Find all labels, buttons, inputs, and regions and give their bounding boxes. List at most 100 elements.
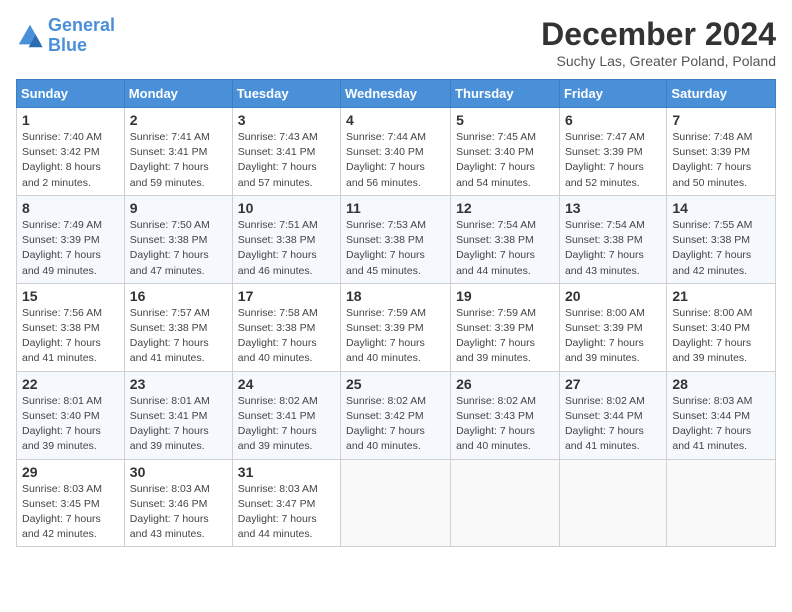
sunrise-text: Sunrise: 8:03 AM [22, 483, 102, 495]
calendar-cell: 12 Sunrise: 7:54 AM Sunset: 3:38 PM Dayl… [451, 195, 560, 283]
sunset-text: Sunset: 3:45 PM [22, 498, 100, 510]
calendar-cell [559, 459, 666, 547]
daylight-text: Daylight: 7 hours and 56 minutes. [346, 161, 425, 188]
day-number: 1 [22, 112, 119, 128]
sunset-text: Sunset: 3:40 PM [22, 410, 100, 422]
sunset-text: Sunset: 3:38 PM [130, 234, 208, 246]
day-number: 5 [456, 112, 554, 128]
sunrise-text: Sunrise: 7:59 AM [456, 307, 536, 319]
calendar-cell: 9 Sunrise: 7:50 AM Sunset: 3:38 PM Dayli… [124, 195, 232, 283]
day-info: Sunrise: 8:02 AM Sunset: 3:41 PM Dayligh… [238, 394, 335, 455]
title-section: December 2024 Suchy Las, Greater Poland,… [541, 16, 776, 69]
calendar-cell: 15 Sunrise: 7:56 AM Sunset: 3:38 PM Dayl… [17, 283, 125, 371]
daylight-text: Daylight: 7 hours and 43 minutes. [130, 513, 209, 540]
day-info: Sunrise: 8:02 AM Sunset: 3:43 PM Dayligh… [456, 394, 554, 455]
calendar-cell: 29 Sunrise: 8:03 AM Sunset: 3:45 PM Dayl… [17, 459, 125, 547]
sunrise-text: Sunrise: 7:50 AM [130, 219, 210, 231]
day-number: 23 [130, 376, 227, 392]
calendar-cell: 22 Sunrise: 8:01 AM Sunset: 3:40 PM Dayl… [17, 371, 125, 459]
sunrise-text: Sunrise: 7:49 AM [22, 219, 102, 231]
daylight-text: Daylight: 7 hours and 40 minutes. [346, 425, 425, 452]
daylight-text: Daylight: 7 hours and 50 minutes. [672, 161, 751, 188]
calendar-table: Sunday Monday Tuesday Wednesday Thursday… [16, 79, 776, 547]
sunset-text: Sunset: 3:39 PM [565, 146, 643, 158]
calendar-cell: 1 Sunrise: 7:40 AM Sunset: 3:42 PM Dayli… [17, 108, 125, 196]
sunset-text: Sunset: 3:41 PM [238, 146, 316, 158]
daylight-text: Daylight: 7 hours and 41 minutes. [672, 425, 751, 452]
sunset-text: Sunset: 3:47 PM [238, 498, 316, 510]
sunrise-text: Sunrise: 8:01 AM [22, 395, 102, 407]
sunrise-text: Sunrise: 8:03 AM [238, 483, 318, 495]
calendar-cell [341, 459, 451, 547]
daylight-text: Daylight: 7 hours and 39 minutes. [456, 337, 535, 364]
sunrise-text: Sunrise: 8:00 AM [672, 307, 752, 319]
sunset-text: Sunset: 3:41 PM [130, 146, 208, 158]
sunset-text: Sunset: 3:46 PM [130, 498, 208, 510]
sunrise-text: Sunrise: 8:02 AM [565, 395, 645, 407]
daylight-text: Daylight: 7 hours and 43 minutes. [565, 249, 644, 276]
sunrise-text: Sunrise: 7:48 AM [672, 131, 752, 143]
logo-line1: General [48, 15, 115, 35]
calendar-cell: 2 Sunrise: 7:41 AM Sunset: 3:41 PM Dayli… [124, 108, 232, 196]
day-info: Sunrise: 7:57 AM Sunset: 3:38 PM Dayligh… [130, 306, 227, 367]
location-title: Suchy Las, Greater Poland, Poland [541, 53, 776, 69]
sunrise-text: Sunrise: 8:00 AM [565, 307, 645, 319]
sunset-text: Sunset: 3:42 PM [346, 410, 424, 422]
sunset-text: Sunset: 3:38 PM [238, 322, 316, 334]
daylight-text: Daylight: 7 hours and 39 minutes. [672, 337, 751, 364]
daylight-text: Daylight: 7 hours and 39 minutes. [130, 425, 209, 452]
sunrise-text: Sunrise: 7:53 AM [346, 219, 426, 231]
sunset-text: Sunset: 3:38 PM [672, 234, 750, 246]
day-info: Sunrise: 7:43 AM Sunset: 3:41 PM Dayligh… [238, 130, 335, 191]
day-info: Sunrise: 7:53 AM Sunset: 3:38 PM Dayligh… [346, 218, 445, 279]
calendar-cell: 21 Sunrise: 8:00 AM Sunset: 3:40 PM Dayl… [667, 283, 776, 371]
day-number: 12 [456, 200, 554, 216]
day-number: 21 [672, 288, 770, 304]
calendar-cell: 16 Sunrise: 7:57 AM Sunset: 3:38 PM Dayl… [124, 283, 232, 371]
calendar-cell: 27 Sunrise: 8:02 AM Sunset: 3:44 PM Dayl… [559, 371, 666, 459]
sunset-text: Sunset: 3:39 PM [346, 322, 424, 334]
day-info: Sunrise: 7:45 AM Sunset: 3:40 PM Dayligh… [456, 130, 554, 191]
sunrise-text: Sunrise: 8:02 AM [346, 395, 426, 407]
sunset-text: Sunset: 3:38 PM [238, 234, 316, 246]
day-number: 8 [22, 200, 119, 216]
logo-text: General Blue [48, 16, 115, 56]
day-info: Sunrise: 7:58 AM Sunset: 3:38 PM Dayligh… [238, 306, 335, 367]
day-info: Sunrise: 7:47 AM Sunset: 3:39 PM Dayligh… [565, 130, 661, 191]
daylight-text: Daylight: 8 hours and 2 minutes. [22, 161, 101, 188]
calendar-cell: 10 Sunrise: 7:51 AM Sunset: 3:38 PM Dayl… [232, 195, 340, 283]
sunrise-text: Sunrise: 7:56 AM [22, 307, 102, 319]
calendar-cell: 5 Sunrise: 7:45 AM Sunset: 3:40 PM Dayli… [451, 108, 560, 196]
sunset-text: Sunset: 3:38 PM [130, 322, 208, 334]
daylight-text: Daylight: 7 hours and 57 minutes. [238, 161, 317, 188]
calendar-cell [667, 459, 776, 547]
daylight-text: Daylight: 7 hours and 54 minutes. [456, 161, 535, 188]
day-number: 10 [238, 200, 335, 216]
sunset-text: Sunset: 3:39 PM [22, 234, 100, 246]
sunset-text: Sunset: 3:44 PM [565, 410, 643, 422]
daylight-text: Daylight: 7 hours and 40 minutes. [238, 337, 317, 364]
calendar-week-2: 8 Sunrise: 7:49 AM Sunset: 3:39 PM Dayli… [17, 195, 776, 283]
sunrise-text: Sunrise: 8:03 AM [130, 483, 210, 495]
col-friday: Friday [559, 80, 666, 108]
day-info: Sunrise: 7:55 AM Sunset: 3:38 PM Dayligh… [672, 218, 770, 279]
day-number: 17 [238, 288, 335, 304]
calendar-cell: 13 Sunrise: 7:54 AM Sunset: 3:38 PM Dayl… [559, 195, 666, 283]
day-info: Sunrise: 8:03 AM Sunset: 3:47 PM Dayligh… [238, 482, 335, 543]
sunset-text: Sunset: 3:38 PM [22, 322, 100, 334]
day-info: Sunrise: 8:03 AM Sunset: 3:44 PM Dayligh… [672, 394, 770, 455]
day-number: 6 [565, 112, 661, 128]
logo-icon [16, 22, 44, 50]
day-number: 9 [130, 200, 227, 216]
col-sunday: Sunday [17, 80, 125, 108]
day-number: 16 [130, 288, 227, 304]
calendar-cell: 24 Sunrise: 8:02 AM Sunset: 3:41 PM Dayl… [232, 371, 340, 459]
day-number: 15 [22, 288, 119, 304]
col-thursday: Thursday [451, 80, 560, 108]
calendar-cell: 7 Sunrise: 7:48 AM Sunset: 3:39 PM Dayli… [667, 108, 776, 196]
sunrise-text: Sunrise: 7:54 AM [565, 219, 645, 231]
sunset-text: Sunset: 3:40 PM [672, 322, 750, 334]
calendar-cell: 11 Sunrise: 7:53 AM Sunset: 3:38 PM Dayl… [341, 195, 451, 283]
daylight-text: Daylight: 7 hours and 42 minutes. [672, 249, 751, 276]
day-number: 30 [130, 464, 227, 480]
